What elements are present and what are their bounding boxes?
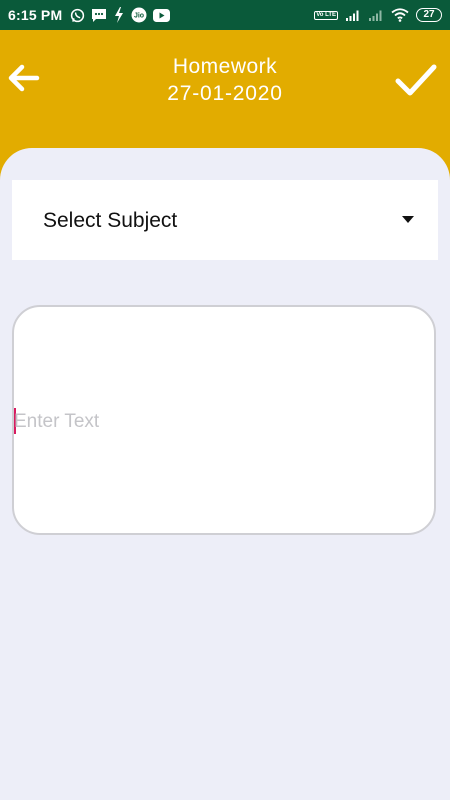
checkmark-icon — [394, 62, 438, 98]
wifi-icon — [391, 8, 409, 22]
signal-no-service-icon — [368, 9, 384, 22]
signal-icon — [345, 9, 361, 22]
status-bar: 6:15 PM Jio Vo LTE 27 — [0, 0, 450, 30]
page-title: Homework — [172, 55, 278, 78]
battery-icon: 27 — [416, 8, 442, 22]
subject-dropdown-value: Select Subject — [43, 209, 178, 232]
whatsapp-icon — [70, 8, 85, 23]
save-button[interactable] — [392, 58, 440, 102]
text-input-placeholder: Enter Text — [14, 411, 100, 432]
volte-badge: Vo LTE — [314, 10, 338, 20]
message-icon — [91, 8, 107, 23]
page-date: 27-01-2020 — [167, 82, 283, 105]
svg-text:Jio: Jio — [134, 13, 144, 20]
app-header: Homework 27-01-2020 — [0, 30, 450, 150]
system-icons: Vo LTE 27 — [314, 8, 442, 22]
flash-icon — [113, 7, 125, 23]
homework-screen: 6:15 PM Jio Vo LTE 27 Homework 27-01-202… — [0, 0, 450, 800]
jio-icon: Jio — [131, 7, 147, 23]
form-panel: Select Subject Enter Text — [0, 148, 450, 800]
subject-dropdown[interactable]: Select Subject — [12, 180, 438, 260]
status-time: 6:15 PM — [8, 7, 63, 23]
youtube-icon — [153, 8, 171, 22]
notification-icons: Jio — [70, 7, 171, 23]
chevron-down-icon — [402, 216, 414, 223]
homework-text-input[interactable]: Enter Text — [12, 305, 436, 535]
